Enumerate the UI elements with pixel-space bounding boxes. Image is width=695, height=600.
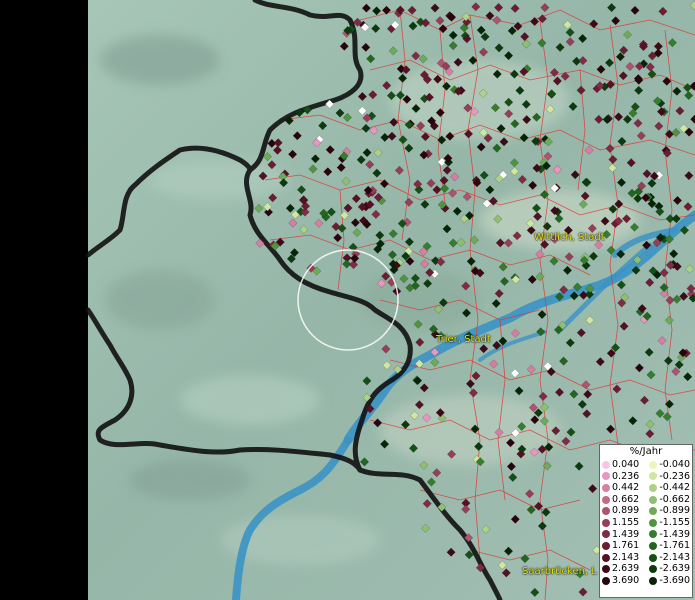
legend-swatch-icon xyxy=(649,483,658,492)
legend-entry: 1.155 xyxy=(602,517,639,529)
legend-value: -1.155 xyxy=(659,516,690,528)
legend-entry: 0.662 xyxy=(602,494,639,506)
legend-value: -0.899 xyxy=(659,505,690,517)
legend-swatch-icon xyxy=(602,495,610,504)
legend-swatch-icon xyxy=(649,553,658,562)
legend-entry: 2.143 xyxy=(602,552,639,564)
legend-positive-column: 0.040 0.236 0.442 0.662 0.899 1.155 1.439 1.761… xyxy=(602,459,639,587)
legend-value: 1.439 xyxy=(612,528,640,540)
legend-value: -0.442 xyxy=(659,482,690,494)
legend-swatch-icon xyxy=(602,576,610,585)
legend-value: -1.439 xyxy=(659,528,690,540)
legend-entry: 0.442 xyxy=(602,482,639,494)
legend-value: 0.662 xyxy=(612,493,640,505)
legend-entry: -1.155 xyxy=(649,517,690,529)
legend-swatch-icon xyxy=(649,565,658,574)
legend-value: -1.761 xyxy=(659,540,690,552)
legend-value: 0.899 xyxy=(612,505,640,517)
legend-value: 0.040 xyxy=(612,459,640,470)
legend-entry: -0.899 xyxy=(649,505,690,517)
legend-entry: -0.442 xyxy=(649,482,690,494)
map-canvas[interactable] xyxy=(0,0,695,600)
legend-swatch-icon xyxy=(602,541,610,550)
legend-swatch-icon xyxy=(649,472,658,481)
legend-swatch-icon xyxy=(649,541,658,550)
legend-swatch-icon xyxy=(602,483,610,492)
legend-entry: -2.143 xyxy=(649,552,690,564)
legend-value: 3.690 xyxy=(612,574,640,586)
legend-entry: -3.690 xyxy=(649,575,690,587)
place-label-saarbruecken: Saarbrücken, L xyxy=(522,566,597,577)
legend-swatch-icon xyxy=(649,495,658,504)
legend-swatch-icon xyxy=(649,530,658,539)
legend-swatch-icon xyxy=(602,530,610,539)
legend-entry: 3.690 xyxy=(602,575,639,587)
legend-swatch-icon xyxy=(602,460,610,469)
legend-swatch-icon xyxy=(649,576,658,585)
legend-swatch-icon xyxy=(649,460,658,469)
legend-swatch-icon xyxy=(602,565,610,574)
legend-negative-column: -0.040 -0.236 -0.442 -0.662 -0.899 -1.155 -1.4… xyxy=(649,459,690,587)
legend-swatch-icon xyxy=(602,553,610,562)
legend-value: -3.690 xyxy=(659,574,690,586)
legend-value: -2.143 xyxy=(659,551,690,563)
legend-swatch-icon xyxy=(602,472,610,481)
legend-entry: 0.040 xyxy=(602,459,639,471)
legend-entry: -0.040 xyxy=(649,459,690,471)
legend-swatch-icon xyxy=(649,507,658,516)
place-label-trier: Trier, Stadt xyxy=(436,334,491,345)
legend-value: -0.236 xyxy=(659,470,690,482)
legend-value: 2.143 xyxy=(612,551,640,563)
legend-value: -0.662 xyxy=(659,493,690,505)
legend-value: -2.639 xyxy=(659,563,690,575)
legend-swatch-icon xyxy=(602,507,610,516)
place-label-wittlich: Wittlich, Stadt xyxy=(534,232,605,243)
legend-entry: 0.236 xyxy=(602,471,639,483)
legend-value: 1.761 xyxy=(612,540,640,552)
legend-swatch-icon xyxy=(602,518,610,527)
legend-value: 2.639 xyxy=(612,563,640,575)
legend-entry: 0.899 xyxy=(602,505,639,517)
legend-entry: 2.639 xyxy=(602,563,639,575)
legend-value: -0.040 xyxy=(659,459,690,470)
left-margin xyxy=(0,0,88,600)
map-legend: %/Jahr 0.040 0.236 0.442 0.662 0.899 1.155 1.4… xyxy=(599,444,693,598)
legend-value: 1.155 xyxy=(612,516,640,528)
legend-swatch-icon xyxy=(649,518,658,527)
legend-entry: -2.639 xyxy=(649,563,690,575)
legend-entry: -1.761 xyxy=(649,540,690,552)
legend-entry: -0.662 xyxy=(649,494,690,506)
legend-entry: -1.439 xyxy=(649,529,690,541)
legend-title: %/Jahr xyxy=(629,446,663,457)
legend-value: 0.442 xyxy=(612,482,640,494)
legend-entry: 1.439 xyxy=(602,529,639,541)
legend-entry: 1.761 xyxy=(602,540,639,552)
legend-value: 0.236 xyxy=(612,470,640,482)
legend-entry: -0.236 xyxy=(649,471,690,483)
